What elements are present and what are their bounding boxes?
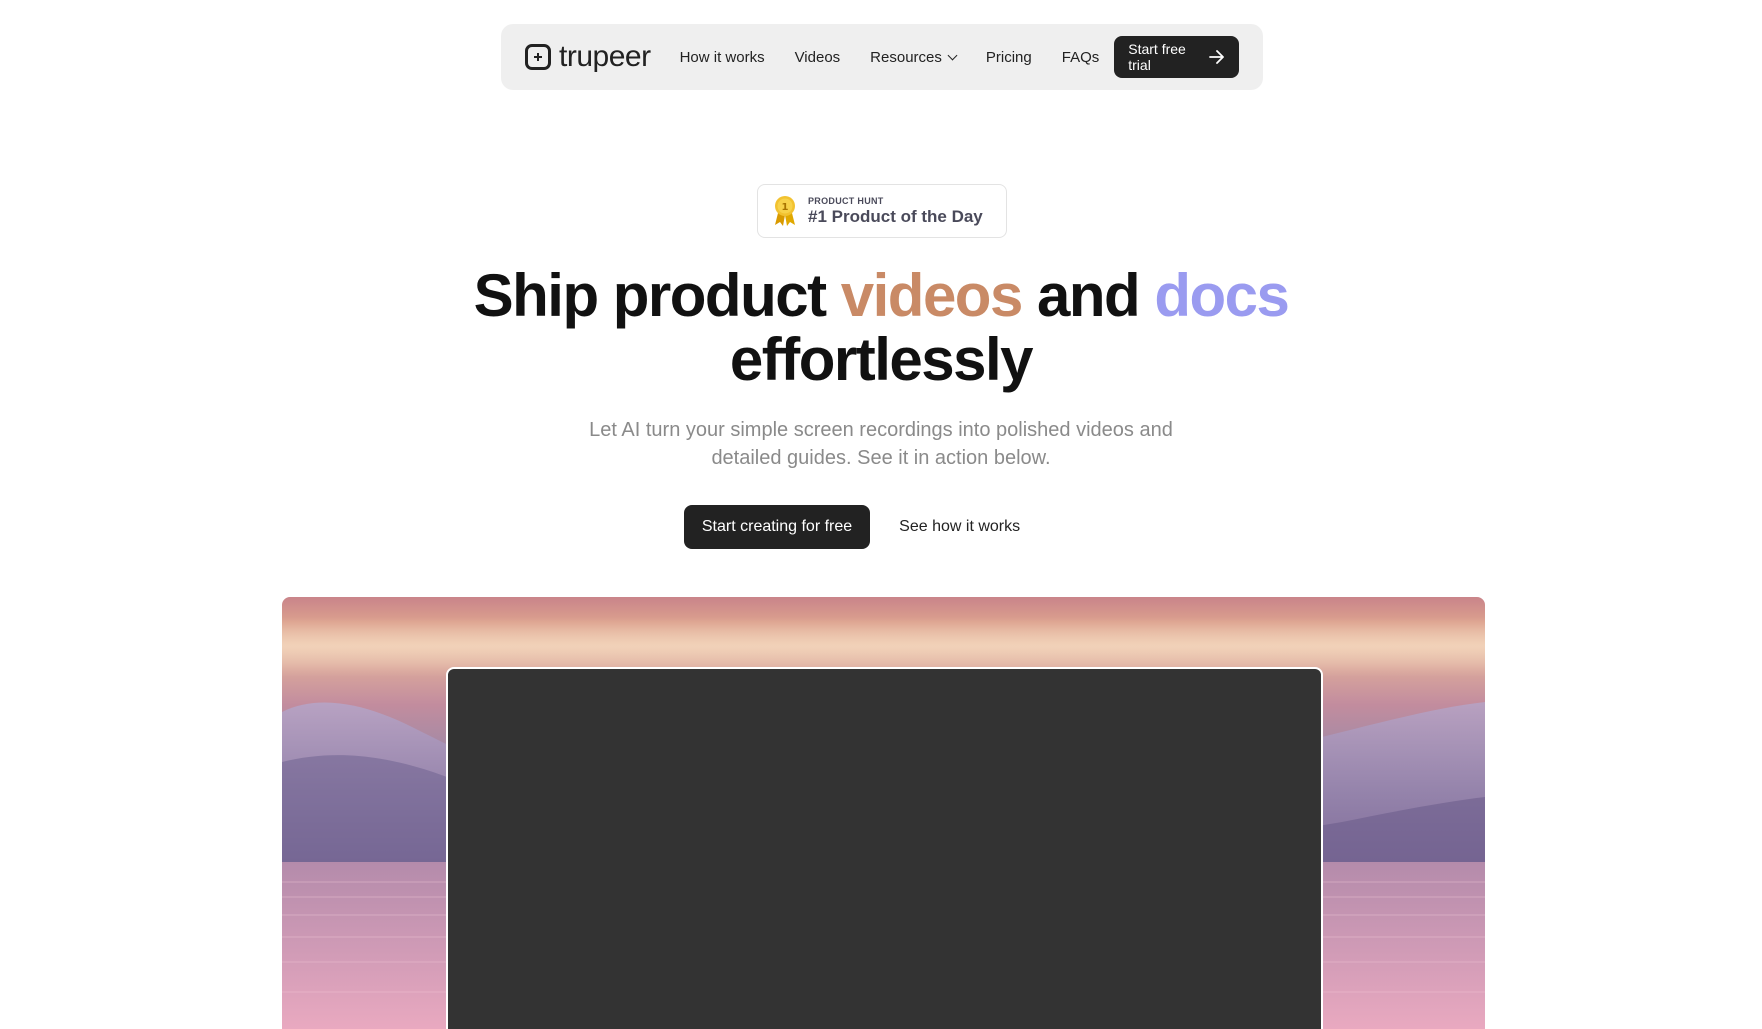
headline-part2: and [1021, 262, 1155, 329]
nav-link-faqs[interactable]: FAQs [1062, 49, 1100, 66]
nav-link-resources[interactable]: Resources [870, 48, 958, 66]
badge-title: #1 Product of the Day [808, 206, 983, 226]
nav-link-videos[interactable]: Videos [795, 49, 841, 66]
see-how-it-works-link[interactable]: See how it works [899, 518, 1020, 536]
start-creating-button[interactable]: Start creating for free [683, 505, 871, 549]
cta-row: Start creating for free See how it works [0, 505, 1762, 549]
chevron-down-icon [947, 50, 958, 60]
nav-link-how-it-works[interactable]: How it works [680, 49, 765, 66]
logo-icon [525, 44, 551, 70]
start-free-trial-label: Start free trial [1128, 41, 1186, 73]
demo-video-player[interactable] [446, 667, 1323, 1029]
badge-text: PRODUCT HUNT #1 Product of the Day [808, 196, 983, 227]
headline-part3: effortlessly [729, 326, 1034, 393]
headline-highlight-docs: docs [1154, 262, 1290, 329]
page: trupeer How it works Videos Resources Pr… [0, 0, 1762, 1029]
arrow-right-icon [1209, 50, 1225, 64]
logo-text: trupeer [559, 40, 651, 73]
logo[interactable]: trupeer [525, 40, 651, 74]
badge-source: PRODUCT HUNT [808, 195, 884, 206]
product-hunt-badge[interactable]: 1 PRODUCT HUNT #1 Product of the Day [757, 184, 1007, 238]
nav-links: How it works Videos Resources Pricing FA… [665, 49, 1115, 66]
headline-part1: Ship product [473, 262, 841, 329]
nav-link-resources-label: Resources [870, 48, 942, 66]
hero-background [282, 597, 1485, 1029]
page-title: Ship product videos and docs effortlessl… [381, 264, 1381, 392]
nav-link-pricing[interactable]: Pricing [986, 49, 1032, 66]
headline-highlight-videos: videos [840, 262, 1024, 329]
medal-icon: 1 [772, 195, 798, 227]
top-nav: trupeer How it works Videos Resources Pr… [501, 24, 1263, 90]
svg-text:1: 1 [782, 202, 789, 213]
start-free-trial-button[interactable]: Start free trial [1114, 36, 1239, 78]
subheadline: Let AI turn your simple screen recording… [589, 419, 1173, 469]
